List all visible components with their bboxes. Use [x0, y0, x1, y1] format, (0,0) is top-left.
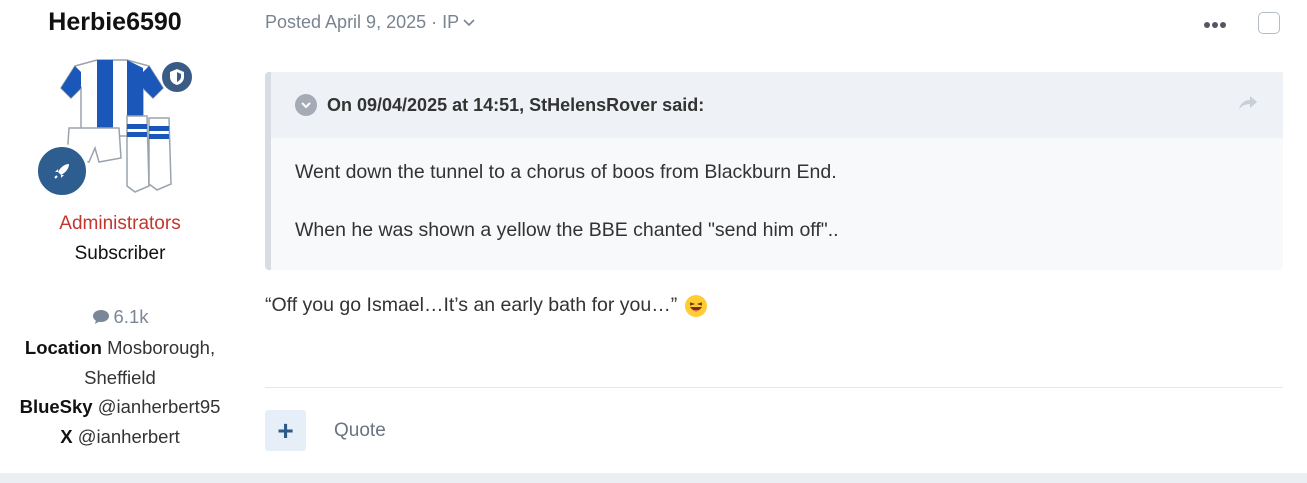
- bluesky-label: BlueSky: [19, 396, 93, 418]
- rocket-icon: [35, 144, 89, 198]
- comment-icon: [92, 309, 109, 324]
- location-label: Location: [24, 337, 102, 359]
- bluesky-value: @ianherbert95: [97, 396, 221, 418]
- divider: [265, 387, 1283, 388]
- quote-button[interactable]: Quote: [334, 420, 386, 442]
- collapse-chevron-icon[interactable]: [295, 94, 317, 116]
- quote-block: On 09/04/2025 at 14:51, StHelensRover sa…: [265, 72, 1283, 270]
- post-count[interactable]: 6.1k: [92, 302, 149, 332]
- quote-paragraph: Went down the tunnel to a chorus of boos…: [295, 161, 837, 183]
- share-arrow-icon[interactable]: [1237, 94, 1259, 117]
- laughing-emoji-icon: [685, 294, 708, 317]
- more-options-icon[interactable]: [1203, 12, 1227, 35]
- forum-post: Herbie6590 Administrators Subscriber 6.1…: [0, 0, 1307, 473]
- quote-citation-text: On 09/04/2025 at 14:51, StHelensRover sa…: [327, 94, 705, 115]
- author-subscription: Subscriber: [74, 243, 166, 264]
- post-text: “Off you go Ismael…It’s an early bath fo…: [265, 294, 678, 316]
- select-post-checkbox[interactable]: [1258, 12, 1280, 34]
- post-count-value: 6.1k: [113, 306, 149, 327]
- location-value-cont: Sheffield: [84, 366, 156, 388]
- multiquote-button[interactable]: +: [265, 410, 306, 451]
- x-label: X: [60, 425, 73, 447]
- location-value: Mosborough,: [107, 337, 216, 359]
- quote-body: Went down the tunnel to a chorus of boos…: [271, 138, 1283, 244]
- shield-icon: [160, 60, 194, 94]
- author-username[interactable]: Herbie6590: [0, 8, 230, 37]
- quote-paragraph: When he was shown a yellow the BBE chant…: [295, 219, 839, 241]
- quote-citation[interactable]: On 09/04/2025 at 14:51, StHelensRover sa…: [271, 72, 1283, 138]
- posted-date: Posted April 9, 2025 · IP: [265, 12, 460, 32]
- x-value: @ianherbert: [77, 425, 180, 447]
- chevron-down-icon: [463, 18, 475, 26]
- post-meta[interactable]: Posted April 9, 2025 · IP: [265, 12, 475, 33]
- author-group[interactable]: Administrators: [0, 213, 240, 235]
- post-content: “Off you go Ismael…It’s an early bath fo…: [265, 294, 708, 317]
- author-stats: 6.1k Location Mosborough, Sheffield Blue…: [0, 302, 240, 451]
